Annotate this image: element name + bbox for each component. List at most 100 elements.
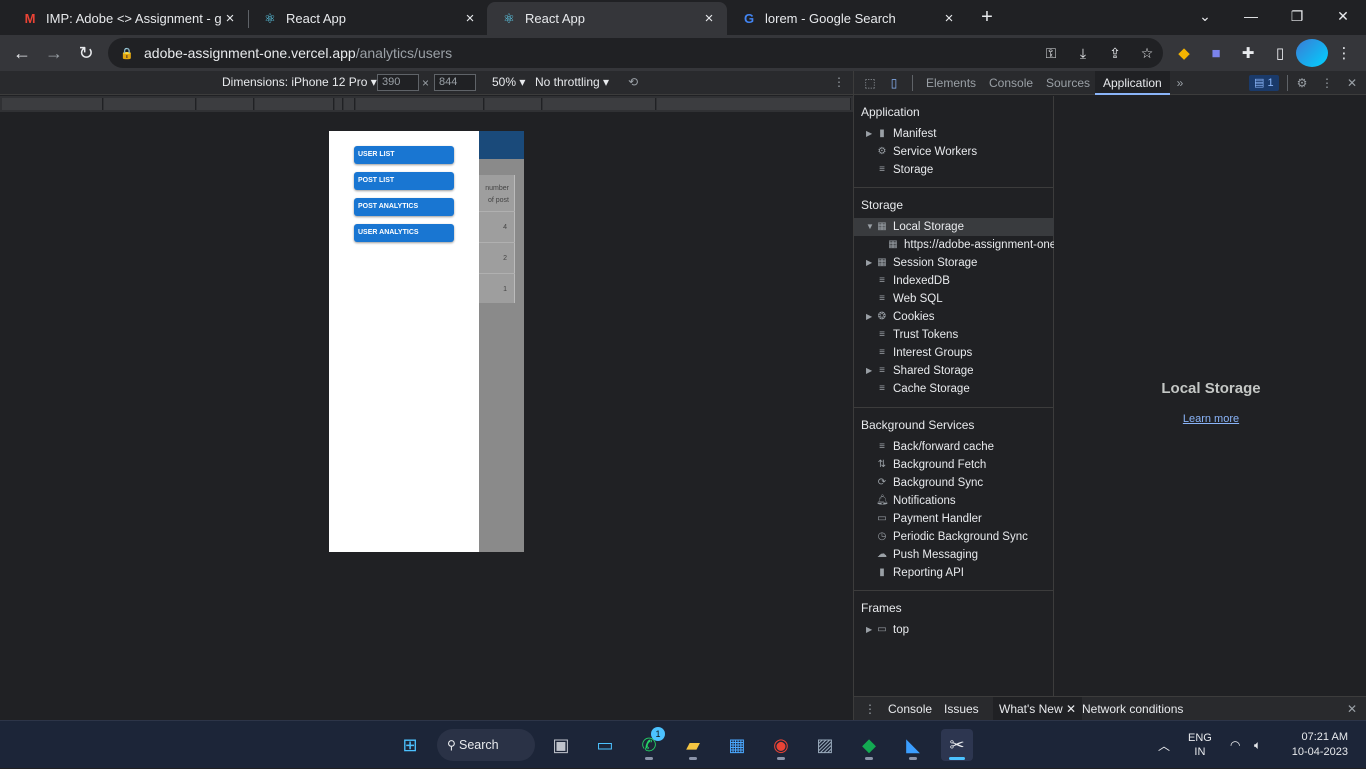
tree-item-cache-storage[interactable]: ≡ Cache Storage bbox=[854, 380, 1054, 398]
tab-application[interactable]: Application bbox=[1095, 71, 1170, 95]
user-list-button[interactable]: USER LIST bbox=[354, 146, 454, 164]
close-devtools-icon[interactable]: ✕ bbox=[1344, 75, 1360, 91]
tree-item-trust-tokens[interactable]: ≡ Trust Tokens bbox=[854, 326, 1054, 344]
extensions-puzzle-icon[interactable]: ✚ bbox=[1232, 39, 1264, 67]
tree-item-background-fetch[interactable]: ⇅ Background Fetch bbox=[854, 456, 1054, 474]
close-drawer-icon[interactable]: ✕ bbox=[1347, 697, 1357, 721]
tree-item-interest-groups[interactable]: ≡ Interest Groups bbox=[854, 344, 1054, 362]
close-icon[interactable]: × bbox=[941, 10, 957, 27]
media-query-ruler[interactable] bbox=[0, 96, 853, 112]
tree-item-storage[interactable]: ≡ Storage bbox=[854, 161, 1054, 179]
menu-kebab-icon[interactable]: ⋮ bbox=[1328, 39, 1360, 67]
width-input[interactable]: 390 bbox=[377, 74, 419, 91]
drawer-tab-issues[interactable]: Issues bbox=[944, 697, 979, 721]
throttling-select[interactable]: No throttling ▾ bbox=[535, 75, 609, 89]
zoom-select[interactable]: 50% ▾ bbox=[492, 75, 525, 89]
tab-search-icon[interactable]: ⌄ bbox=[1182, 0, 1228, 32]
minimize-icon[interactable]: — bbox=[1228, 0, 1274, 32]
drawer-tab-whats-new[interactable]: What's New ✕ bbox=[993, 697, 1083, 721]
tree-item-shared-storage[interactable]: ▶ ≡ Shared Storage bbox=[854, 362, 1054, 380]
clock[interactable]: 07:21 AM 10-04-2023 bbox=[1286, 721, 1348, 769]
install-icon[interactable]: ⤓ bbox=[1067, 45, 1099, 62]
tree-item-reporting-api[interactable]: ▮ Reporting API bbox=[854, 564, 1054, 582]
share-icon[interactable]: ⇪ bbox=[1099, 45, 1131, 62]
show-hidden-icons[interactable]: ︿ bbox=[1158, 721, 1170, 769]
drawer-menu-icon[interactable]: ⋮ bbox=[864, 697, 876, 721]
colorful-extension-icon[interactable]: ◆ bbox=[1168, 39, 1200, 67]
bookmark-star-icon[interactable]: ☆ bbox=[1131, 45, 1163, 62]
expand-arrow-icon[interactable]: ▶ bbox=[866, 125, 872, 143]
snipping-tool-icon[interactable]: ✂ bbox=[941, 729, 973, 761]
key-icon[interactable]: ⚿ bbox=[1035, 45, 1067, 62]
browser-tab-google[interactable]: G lorem - Google Search × bbox=[727, 2, 967, 35]
tree-item-push-messaging[interactable]: ☁ Push Messaging bbox=[854, 546, 1054, 564]
settings-gear-icon[interactable]: ⚙ bbox=[1294, 75, 1310, 91]
tree-item-notifications[interactable]: 🔔︎ Notifications bbox=[854, 492, 1054, 510]
chrome-icon[interactable]: ◉ bbox=[765, 729, 797, 761]
height-input[interactable]: 844 bbox=[434, 74, 476, 91]
widgets-icon[interactable]: ▭ bbox=[589, 729, 621, 761]
tab-sources[interactable]: Sources bbox=[1046, 71, 1090, 95]
forward-arrow-icon[interactable]: → bbox=[40, 39, 68, 67]
side-panel-icon[interactable]: ▯ bbox=[1264, 39, 1296, 67]
expand-arrow-icon[interactable]: ▶ bbox=[866, 621, 872, 639]
expand-arrow-icon[interactable]: ▶ bbox=[866, 362, 872, 380]
tree-item-local-storage[interactable]: ▼ ▦ Local Storage bbox=[854, 218, 1054, 236]
window-close-icon[interactable]: ✕ bbox=[1320, 0, 1366, 32]
volume-icon[interactable]: 🔈︎ bbox=[1254, 721, 1261, 769]
browser-tab-react-app-1[interactable]: ⚛ React App × bbox=[248, 2, 488, 35]
tree-item-indexeddb[interactable]: ≡ IndexedDB bbox=[854, 272, 1054, 290]
profile-avatar[interactable] bbox=[1296, 39, 1328, 67]
user-analytics-button[interactable]: USER ANALYTICS bbox=[354, 224, 454, 242]
device-select[interactable]: Dimensions: iPhone 12 Pro ▾ bbox=[222, 75, 377, 89]
close-icon[interactable]: × bbox=[462, 10, 478, 27]
browser-tab-react-app-2[interactable]: ⚛ React App × bbox=[487, 2, 727, 35]
close-icon[interactable]: × bbox=[701, 10, 717, 27]
issues-badge[interactable]: ▤ 1 bbox=[1249, 75, 1279, 91]
rotate-icon[interactable]: ⟲ bbox=[628, 75, 638, 89]
tree-item-payment-handler[interactable]: ▭ Payment Handler bbox=[854, 510, 1054, 528]
tree-item-frame-top[interactable]: ▶ ▭ top bbox=[854, 621, 1054, 639]
wifi-icon[interactable]: ◠ bbox=[1230, 721, 1240, 769]
expand-arrow-icon[interactable]: ▶ bbox=[866, 308, 872, 326]
whatsapp-icon[interactable]: ✆ 1 bbox=[633, 727, 665, 761]
close-icon[interactable]: × bbox=[222, 10, 238, 27]
learn-more-link[interactable]: Learn more bbox=[1055, 413, 1366, 425]
tab-console[interactable]: Console bbox=[989, 71, 1033, 95]
tree-item-cookies[interactable]: ▶ ❂ Cookies bbox=[854, 308, 1054, 326]
more-tabs-icon[interactable]: » bbox=[1172, 75, 1188, 91]
post-list-button[interactable]: POST LIST bbox=[354, 172, 454, 190]
reload-icon[interactable]: ↻ bbox=[72, 39, 100, 67]
taskbar-search-button[interactable]: ⚲ Search bbox=[437, 729, 535, 761]
tree-item-background-sync[interactable]: ⟳ Background Sync bbox=[854, 474, 1054, 492]
tree-item-local-storage-origin[interactable]: ▦https://adobe-assignment-one.vercel.app bbox=[854, 236, 1054, 254]
teams-extension-icon[interactable]: ■ bbox=[1200, 39, 1232, 67]
task-view-icon[interactable]: ▣ bbox=[545, 729, 577, 761]
windows-start-icon[interactable]: ⊞ bbox=[394, 729, 426, 761]
drawer-tab-network-conditions[interactable]: Network conditions bbox=[1082, 697, 1183, 721]
devtools-menu-icon[interactable]: ⋮ bbox=[1319, 75, 1335, 91]
file-explorer-icon[interactable]: ▰ bbox=[677, 729, 709, 761]
tree-item-service-workers[interactable]: ⚙ Service Workers bbox=[854, 143, 1054, 161]
close-icon[interactable]: ✕ bbox=[1066, 702, 1076, 716]
tab-elements[interactable]: Elements bbox=[926, 71, 976, 95]
tree-item-web-sql[interactable]: ≡ Web SQL bbox=[854, 290, 1054, 308]
tree-item-periodic-background-sync[interactable]: ◷ Periodic Background Sync bbox=[854, 528, 1054, 546]
browser-tab-gmail[interactable]: M IMP: Adobe <> Assignment - gh × bbox=[8, 2, 248, 35]
address-bar[interactable]: 🔒 adobe-assignment-one.vercel.app/analyt… bbox=[108, 38, 1163, 68]
new-tab-button[interactable]: + bbox=[976, 7, 998, 29]
inspect-element-icon[interactable]: ⬚ bbox=[862, 75, 878, 91]
microsoft-store-icon[interactable]: ▦ bbox=[721, 729, 753, 761]
restore-icon[interactable]: ❐ bbox=[1274, 0, 1320, 32]
tree-item-back-forward-cache[interactable]: ≡ Back/forward cache bbox=[854, 438, 1054, 456]
mongodb-compass-icon[interactable]: ◆ bbox=[853, 729, 885, 761]
vscode-icon[interactable]: ◣ bbox=[897, 729, 929, 761]
back-arrow-icon[interactable]: ← bbox=[8, 39, 36, 67]
language-indicator[interactable]: ENG IN bbox=[1188, 721, 1212, 769]
expand-arrow-icon[interactable]: ▶ bbox=[866, 254, 872, 272]
tree-item-session-storage[interactable]: ▶ ▦ Session Storage bbox=[854, 254, 1054, 272]
tree-item-manifest[interactable]: ▶ ▮ Manifest bbox=[854, 125, 1054, 143]
photos-icon[interactable]: ▨ bbox=[809, 729, 841, 761]
drawer-tab-console[interactable]: Console bbox=[888, 697, 932, 721]
device-toggle-icon[interactable]: ▯ bbox=[886, 75, 902, 91]
